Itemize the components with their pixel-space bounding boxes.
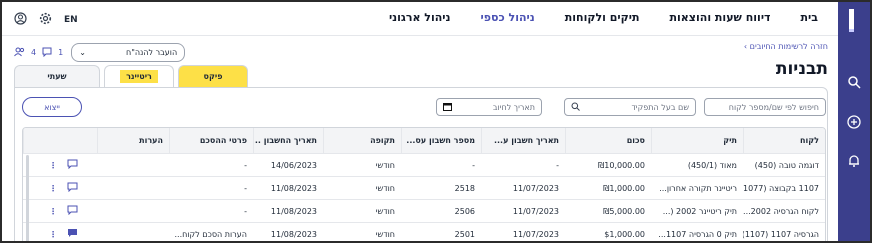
activity-counters: 4 1 <box>14 47 63 59</box>
col-case[interactable]: תיק <box>651 128 743 153</box>
tab-retainer[interactable]: ריטיינר <box>104 65 174 87</box>
filter-bar: ייצוא חיפוש לפי שם/מספר לקוח שם בעל התפק… <box>20 97 826 117</box>
export-button[interactable]: ייצוא <box>22 97 82 117</box>
col-actions <box>23 128 97 153</box>
more-vertical-icon[interactable]: ⋮ <box>49 230 57 239</box>
comment-count: 1 <box>58 48 64 57</box>
col-agreement[interactable]: פרטי ההסכם <box>169 128 253 153</box>
comment-icon[interactable] <box>67 205 78 217</box>
people-icon[interactable] <box>14 47 25 59</box>
billing-date-input[interactable]: תאריך לחיוב <box>436 98 542 116</box>
assignment-select[interactable]: ⌄ הועבר להנה"ח <box>71 43 186 62</box>
col-client[interactable]: לקוח <box>743 128 825 153</box>
more-vertical-icon[interactable]: ⋮ <box>49 161 57 170</box>
nav-organization[interactable]: ניהול ארגוני <box>389 11 451 24</box>
language-toggle[interactable]: EN <box>64 15 78 25</box>
more-vertical-icon[interactable]: ⋮ <box>49 207 57 216</box>
app-logo <box>849 9 854 32</box>
nav-financial[interactable]: ניהול כספי <box>481 11 535 24</box>
main-nav: בית דיווח שעות והוצאות תיקים ולקוחות ניה… <box>389 11 818 24</box>
app-window: EN בית דיווח שעות והוצאות תיקים ולקוחות … <box>0 0 872 243</box>
col-invoice-number[interactable]: מספר חשבון עס... <box>401 128 481 153</box>
bell-icon[interactable] <box>846 153 862 169</box>
back-link[interactable]: ‹ חזרה לרשימות החיובים <box>744 42 828 51</box>
top-utilities: EN <box>14 10 78 29</box>
search-icon <box>571 102 580 113</box>
nav-home[interactable]: בית <box>801 11 818 24</box>
tab-hourly[interactable]: שעתי <box>14 65 100 87</box>
role-search-input[interactable]: שם בעל התפקיד <box>564 98 696 116</box>
nav-time-expenses[interactable]: דיווח שעות והוצאות <box>670 11 771 24</box>
client-search-input[interactable]: חיפוש לפי שם/מספר לקוח <box>704 98 826 116</box>
chevron-down-icon: ⌄ <box>79 48 86 57</box>
table-row[interactable]: לקוח הגרסיה 2002... תיק ריטיינר 2002 (..… <box>23 200 825 223</box>
search-icon[interactable] <box>846 74 862 90</box>
table-row[interactable]: הגרסיה 1107 (1107) תיק 0 הגרסיה 1107... … <box>23 223 825 241</box>
templates-table: לקוח תיק סכום תאריך חשבון ע... מספר חשבו… <box>22 127 826 241</box>
side-rail <box>838 2 870 241</box>
user-icon[interactable] <box>14 10 27 29</box>
col-period[interactable]: תקופה <box>323 128 401 153</box>
tab-bar: שעתי ריטיינר פיקס <box>14 65 248 87</box>
people-count: 4 <box>31 48 37 57</box>
col-amount[interactable]: סכום <box>565 128 651 153</box>
more-vertical-icon[interactable]: ⋮ <box>49 184 57 193</box>
comment-filled-icon[interactable] <box>67 228 78 240</box>
col-notes[interactable]: הערות <box>97 128 169 153</box>
gear-icon[interactable] <box>39 10 52 29</box>
nav-cases-clients[interactable]: תיקים ולקוחות <box>565 11 640 24</box>
calendar-icon[interactable] <box>443 102 452 113</box>
table-header: לקוח תיק סכום תאריך חשבון ע... מספר חשבו… <box>23 128 825 154</box>
header-controls: 4 1 ⌄ הועבר להנה"ח <box>14 43 186 62</box>
col-next-date[interactable]: תאריך החשבון ... <box>253 128 323 153</box>
tab-fix[interactable]: פיקס <box>178 65 248 87</box>
table-row[interactable]: דוגמה טובה (450) מאוד (450/1) ₪10,000.00… <box>23 154 825 177</box>
top-bar: EN בית דיווח שעות והוצאות תיקים ולקוחות … <box>2 2 838 36</box>
comment-icon[interactable] <box>42 47 52 59</box>
comment-icon[interactable] <box>67 159 78 171</box>
col-invoice-date[interactable]: תאריך חשבון ע... <box>481 128 565 153</box>
add-icon[interactable] <box>846 114 862 130</box>
comment-icon[interactable] <box>67 182 78 194</box>
page-title: תבניות <box>775 59 828 79</box>
table-row[interactable]: 1107 בקבוצה (1077... ריטיינר תקורה אחרון… <box>23 177 825 200</box>
scrollbar[interactable] <box>26 155 29 241</box>
